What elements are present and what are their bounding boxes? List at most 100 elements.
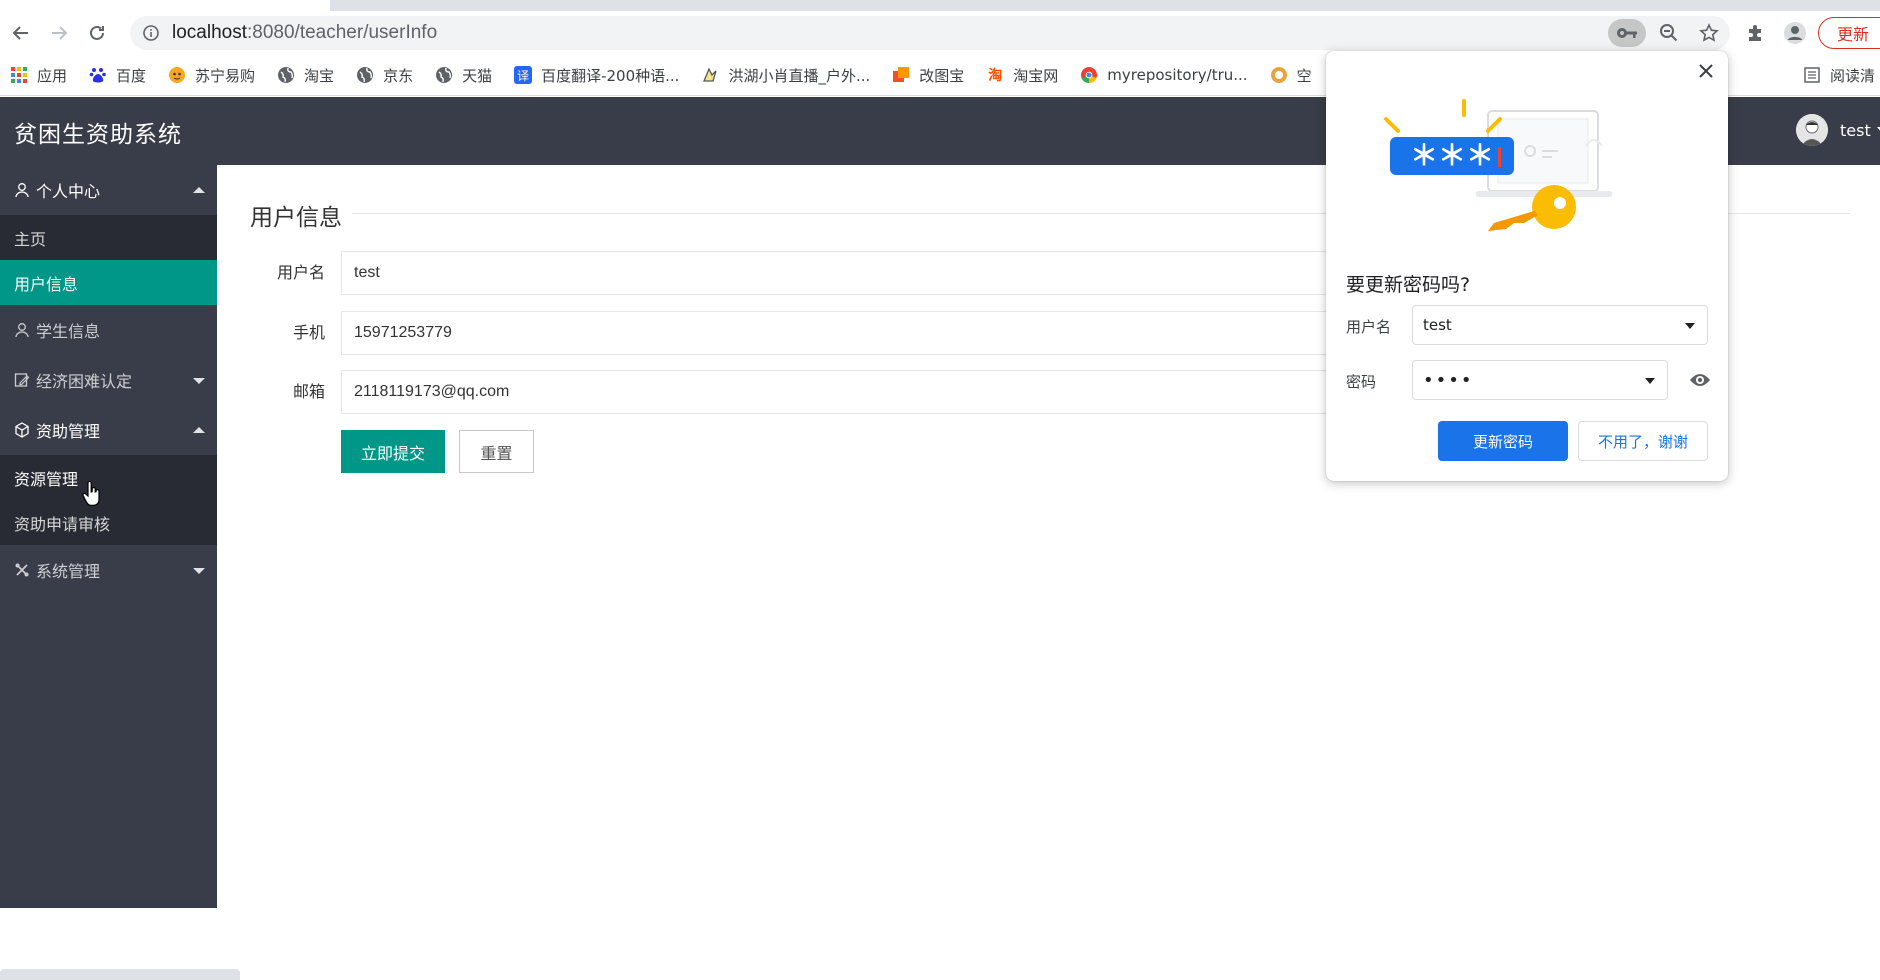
collapse-caret-icon xyxy=(193,427,205,433)
address-bar[interactable]: localhost:8080/teacher/userInfo xyxy=(130,16,1730,50)
zoom-out-icon xyxy=(1660,24,1678,42)
sidebar-item-home[interactable]: 主页 xyxy=(0,215,217,260)
bookmark-myrepository[interactable]: myrepository/tru... xyxy=(1080,66,1248,84)
browser-toolbar: localhost:8080/teacher/userInfo 更新 xyxy=(0,11,1880,55)
submit-label: 立即提交 xyxy=(360,443,425,463)
reading-list-button[interactable]: 阅读清 xyxy=(1803,55,1875,95)
popup-password-label: 密码 xyxy=(1346,373,1377,391)
live-icon xyxy=(701,66,719,84)
update-password-dialog: ＊＊＊ 要更新密码吗? 用户名 test 密码 •••• 更新密码 不用了，谢谢 xyxy=(1326,51,1728,481)
bookmark-tmall[interactable]: 天猫 xyxy=(435,65,492,86)
update-label: 更新 xyxy=(1837,25,1870,44)
reload-button[interactable] xyxy=(78,14,116,52)
bookmark-jd[interactable]: 京东 xyxy=(356,65,413,86)
site-info-icon[interactable] xyxy=(142,24,160,42)
page-title: 用户信息 xyxy=(250,198,352,232)
nav-group-label: 资助管理 xyxy=(36,422,101,441)
profile-icon xyxy=(1784,22,1806,44)
bookmark-kong[interactable]: 空 xyxy=(1270,65,1312,86)
hand-pointer-cursor-icon xyxy=(82,481,100,506)
back-arrow-icon xyxy=(12,26,28,40)
illustration-text: ＊＊＊ xyxy=(1410,139,1494,172)
globe-icon xyxy=(356,66,374,84)
nav-group-funding-management[interactable]: 资助管理 xyxy=(0,405,217,455)
nav-group-student-info[interactable]: 学生信息 xyxy=(0,305,217,355)
phone-label: 手机 xyxy=(292,323,325,342)
tab-strip xyxy=(0,0,1880,11)
submit-button[interactable]: 立即提交 xyxy=(341,430,445,473)
no-thanks-button[interactable]: 不用了，谢谢 xyxy=(1578,421,1708,461)
bookmark-live[interactable]: 洪湖小肖直播_户外... xyxy=(701,65,870,86)
extensions-button[interactable] xyxy=(1738,19,1772,47)
email-label: 邮箱 xyxy=(292,382,325,401)
forward-button[interactable] xyxy=(40,14,78,52)
profile-button[interactable] xyxy=(1778,19,1812,47)
bookmark-taobao-net[interactable]: 淘淘宝网 xyxy=(986,65,1058,86)
show-password-eye-icon[interactable] xyxy=(1688,368,1712,392)
bookmark-label: 改图宝 xyxy=(919,66,965,85)
bookmark-label: 天猫 xyxy=(462,66,493,85)
update-password-button[interactable]: 更新密码 xyxy=(1438,421,1568,461)
password-key-button[interactable] xyxy=(1608,19,1646,47)
sidebar: 个人中心 主页 用户信息 学生信息 经济困难认定 资助管理 资源管理 资助申请审… xyxy=(0,165,217,908)
url-host: localhost xyxy=(172,22,247,43)
nav-submenu-funding-management: 资源管理 资助申请审核 xyxy=(0,455,217,545)
bookmark-label: 淘宝网 xyxy=(1013,66,1059,85)
reset-button[interactable]: 重置 xyxy=(459,430,534,473)
bookmark-label: 空 xyxy=(1296,66,1312,85)
bookmark-gaitubao[interactable]: 改图宝 xyxy=(892,65,964,86)
dialog-title: 要更新密码吗? xyxy=(1346,274,1471,296)
sidebar-item-resource-management[interactable]: 资源管理 xyxy=(0,455,217,500)
username-select-value: test xyxy=(1423,316,1452,334)
bookmark-apps[interactable]: 应用 xyxy=(10,65,67,86)
tools-icon xyxy=(14,562,32,578)
bookmark-suning[interactable]: 苏宁易购 xyxy=(168,65,255,86)
avatar xyxy=(1796,114,1828,146)
bookmark-taobao[interactable]: 淘宝 xyxy=(277,65,334,86)
sidebar-item-label: 资源管理 xyxy=(14,469,79,489)
bookmark-star-button[interactable] xyxy=(1692,19,1726,47)
user-name: test xyxy=(1840,120,1871,140)
puzzle-icon xyxy=(1749,25,1761,41)
key-icon xyxy=(1617,28,1637,38)
bookmark-baidu[interactable]: 百度 xyxy=(89,65,146,86)
sidebar-item-user-info[interactable]: 用户信息 xyxy=(0,260,217,305)
back-button[interactable] xyxy=(2,14,40,52)
cube-icon xyxy=(14,422,32,438)
apps-grid-icon xyxy=(10,66,28,84)
username-select[interactable]: test xyxy=(1412,305,1708,345)
reload-icon xyxy=(90,25,104,40)
bookmark-label: 京东 xyxy=(383,66,414,85)
taobao-icon: 淘 xyxy=(988,68,1003,84)
browser-update-button[interactable]: 更新 xyxy=(1818,17,1880,49)
zoom-button[interactable] xyxy=(1652,19,1686,47)
active-tab[interactable] xyxy=(0,0,330,11)
password-illustration: ＊＊＊ xyxy=(1376,91,1676,241)
forward-arrow-icon xyxy=(52,26,68,40)
star-icon xyxy=(1699,23,1719,42)
globe-icon xyxy=(435,66,453,84)
nav-group-label: 个人中心 xyxy=(36,182,101,201)
nav-group-system-management[interactable]: 系统管理 xyxy=(0,545,217,595)
sidebar-item-application-review[interactable]: 资助申请审核 xyxy=(0,500,217,545)
nav-group-personal-center[interactable]: 个人中心 xyxy=(0,165,217,215)
reading-list-icon xyxy=(1804,67,1820,83)
password-select[interactable]: •••• xyxy=(1412,360,1668,400)
sidebar-item-label: 用户信息 xyxy=(14,274,79,294)
reset-label: 重置 xyxy=(480,443,513,463)
bookmark-baidu-translate[interactable]: 译百度翻译-200种语... xyxy=(514,65,679,86)
edit-document-icon xyxy=(14,372,32,388)
gaitubao-icon xyxy=(892,66,910,84)
close-icon xyxy=(1699,64,1713,78)
close-button[interactable] xyxy=(1694,59,1718,83)
nav-group-label: 经济困难认定 xyxy=(36,372,133,391)
popup-username-label: 用户名 xyxy=(1346,318,1392,336)
dropdown-caret-icon xyxy=(1685,323,1695,329)
suning-icon xyxy=(168,66,186,84)
collapse-caret-icon xyxy=(193,187,205,193)
address-bar-actions xyxy=(1608,16,1730,50)
user-outline-icon xyxy=(14,182,32,198)
nav-group-hardship-certification[interactable]: 经济困难认定 xyxy=(0,355,217,405)
toolbar-right xyxy=(1738,11,1812,55)
user-menu[interactable]: test xyxy=(1796,114,1880,146)
